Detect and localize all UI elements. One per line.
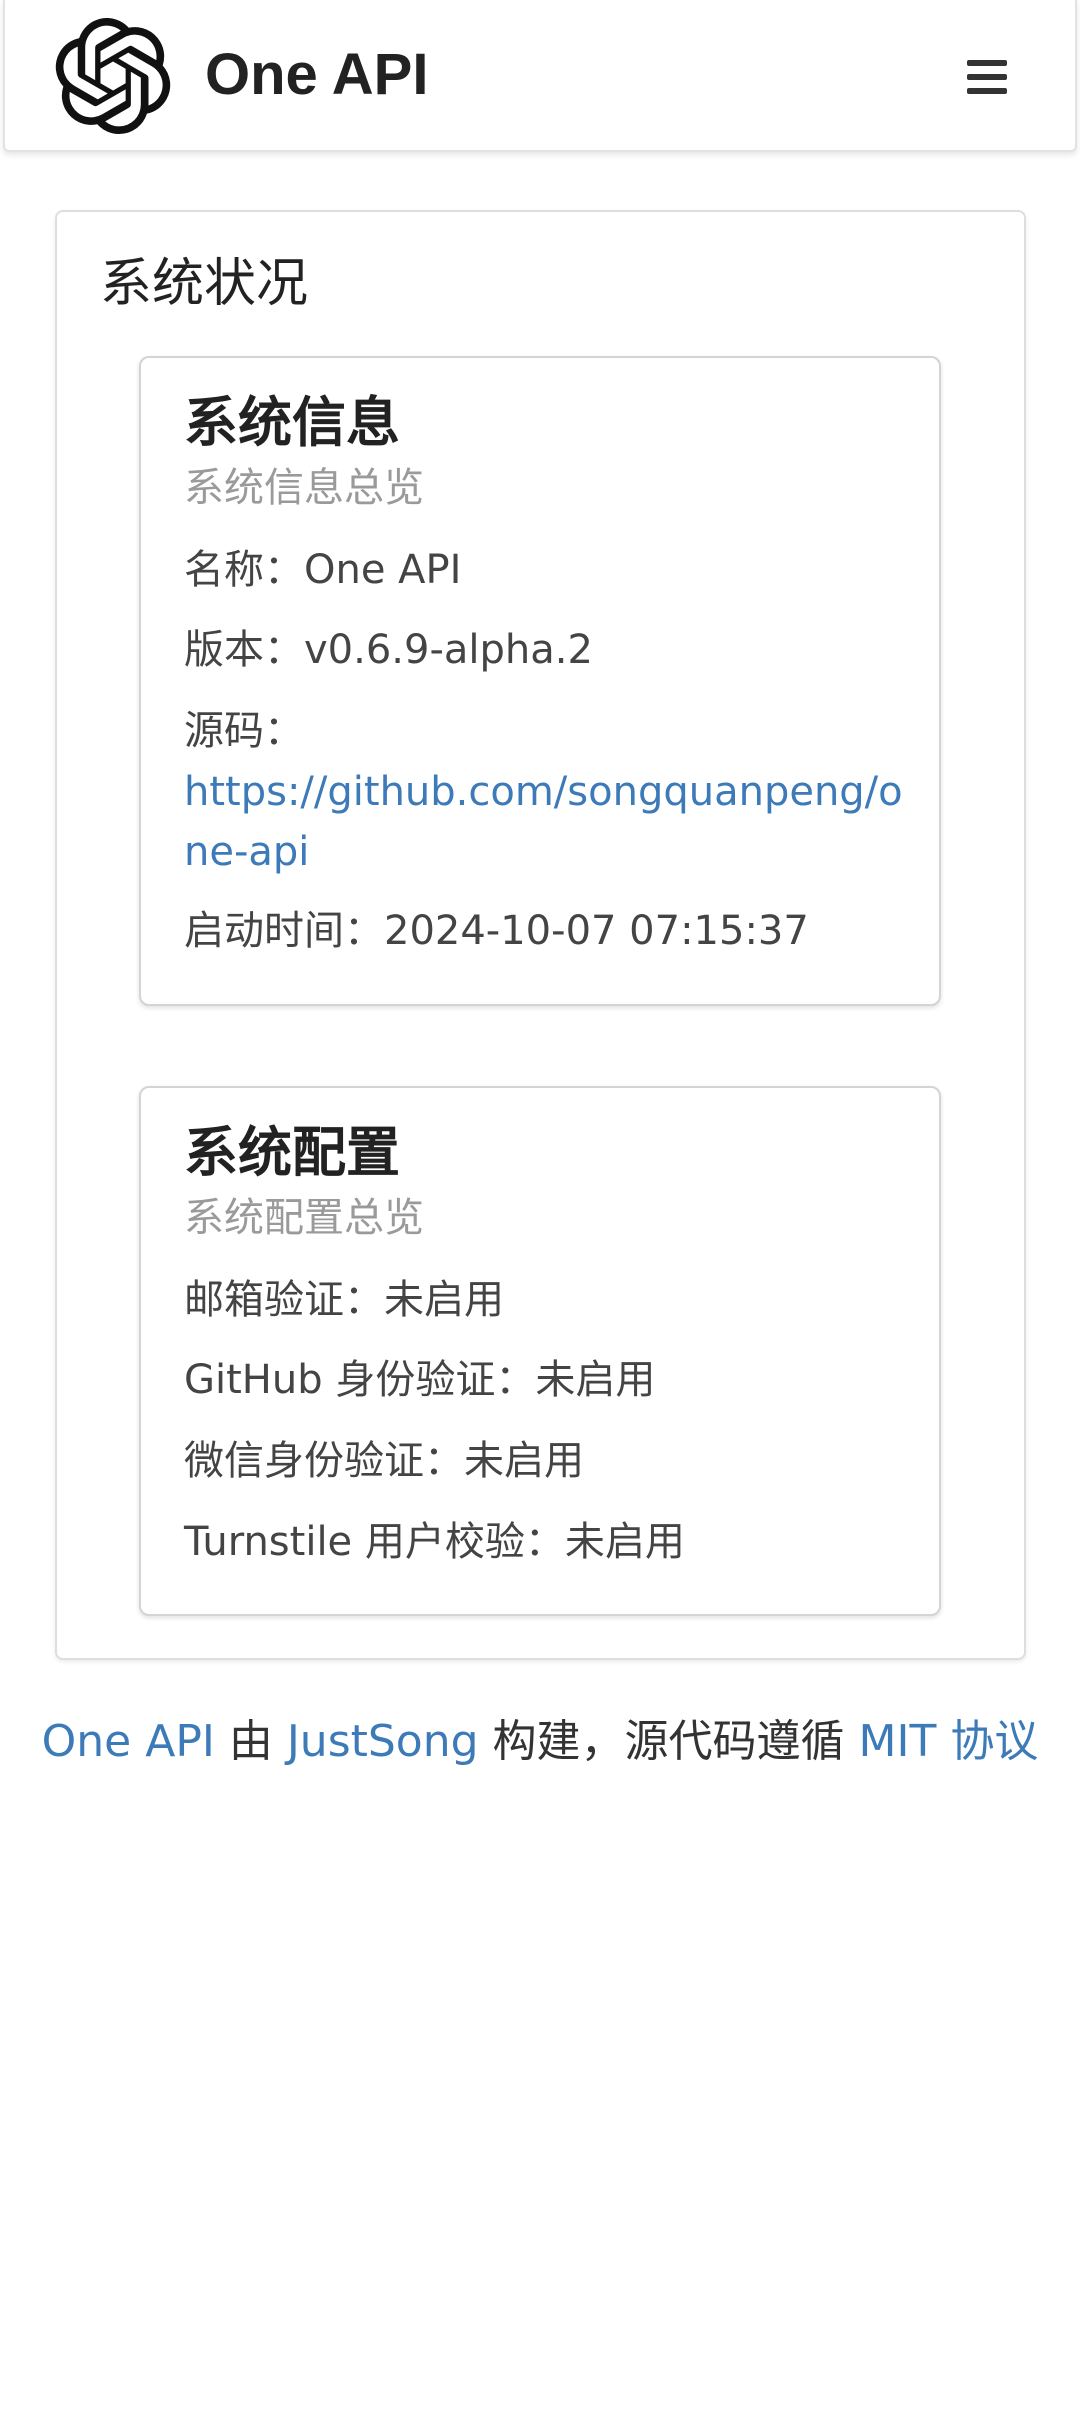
source-label: 源码： [184,708,304,754]
name-row: 名称：One API [184,542,461,598]
system-info-title: 系统信息 [184,391,400,454]
wechat-auth-label: 微信身份验证： [184,1438,464,1484]
system-info-subtitle: 系统信息总览 [184,465,424,511]
turnstile-row: Turnstile 用户校验：未启用 [184,1514,685,1570]
turnstile-label: Turnstile 用户校验： [184,1519,565,1565]
github-auth-row: GitHub 身份验证：未启用 [184,1352,655,1408]
footer-middle-text: 构建，源代码遵循 [478,1716,859,1767]
wechat-auth-row: 微信身份验证：未启用 [184,1433,584,1489]
top-navbar: One API [3,0,1077,152]
name-label: 名称： [184,547,304,593]
turnstile-value: 未启用 [564,1519,685,1565]
system-config-subtitle: 系统配置总览 [184,1195,424,1241]
version-value: v0.6.9-alpha.2 [304,627,593,673]
email-verification-label: 邮箱验证： [184,1277,384,1323]
name-value: One API [304,547,462,593]
footer-project-link[interactable]: One API [42,1716,215,1767]
app-title[interactable]: One API [205,40,428,110]
email-verification-value: 未启用 [384,1277,504,1323]
footer-by-text: 由 [214,1716,287,1767]
system-status-title: 系统状况 [100,254,309,314]
footer-author-link[interactable]: JustSong [287,1716,479,1767]
start-time-row: 启动时间：2024-10-07 07:15:37 [184,903,809,959]
source-link[interactable]: https://github.com/songquanpeng/one-api [184,762,914,882]
version-row: 版本：v0.6.9-alpha.2 [184,622,593,678]
start-time-value: 2024-10-07 07:15:37 [384,908,809,954]
openai-logo-icon[interactable] [55,18,171,134]
footer-license-link[interactable]: MIT 协议 [859,1716,1039,1767]
github-auth-value: 未启用 [535,1357,656,1403]
version-label: 版本： [184,627,304,673]
github-auth-label: GitHub 身份验证： [184,1357,536,1403]
footer: One API 由 JustSong 构建，源代码遵循 MIT 协议 [0,1712,1080,1772]
email-verification-row: 邮箱验证：未启用 [184,1272,504,1328]
start-time-label: 启动时间： [184,908,384,954]
hamburger-menu-icon[interactable] [950,50,1024,104]
system-config-title: 系统配置 [184,1121,400,1184]
wechat-auth-value: 未启用 [464,1438,584,1484]
